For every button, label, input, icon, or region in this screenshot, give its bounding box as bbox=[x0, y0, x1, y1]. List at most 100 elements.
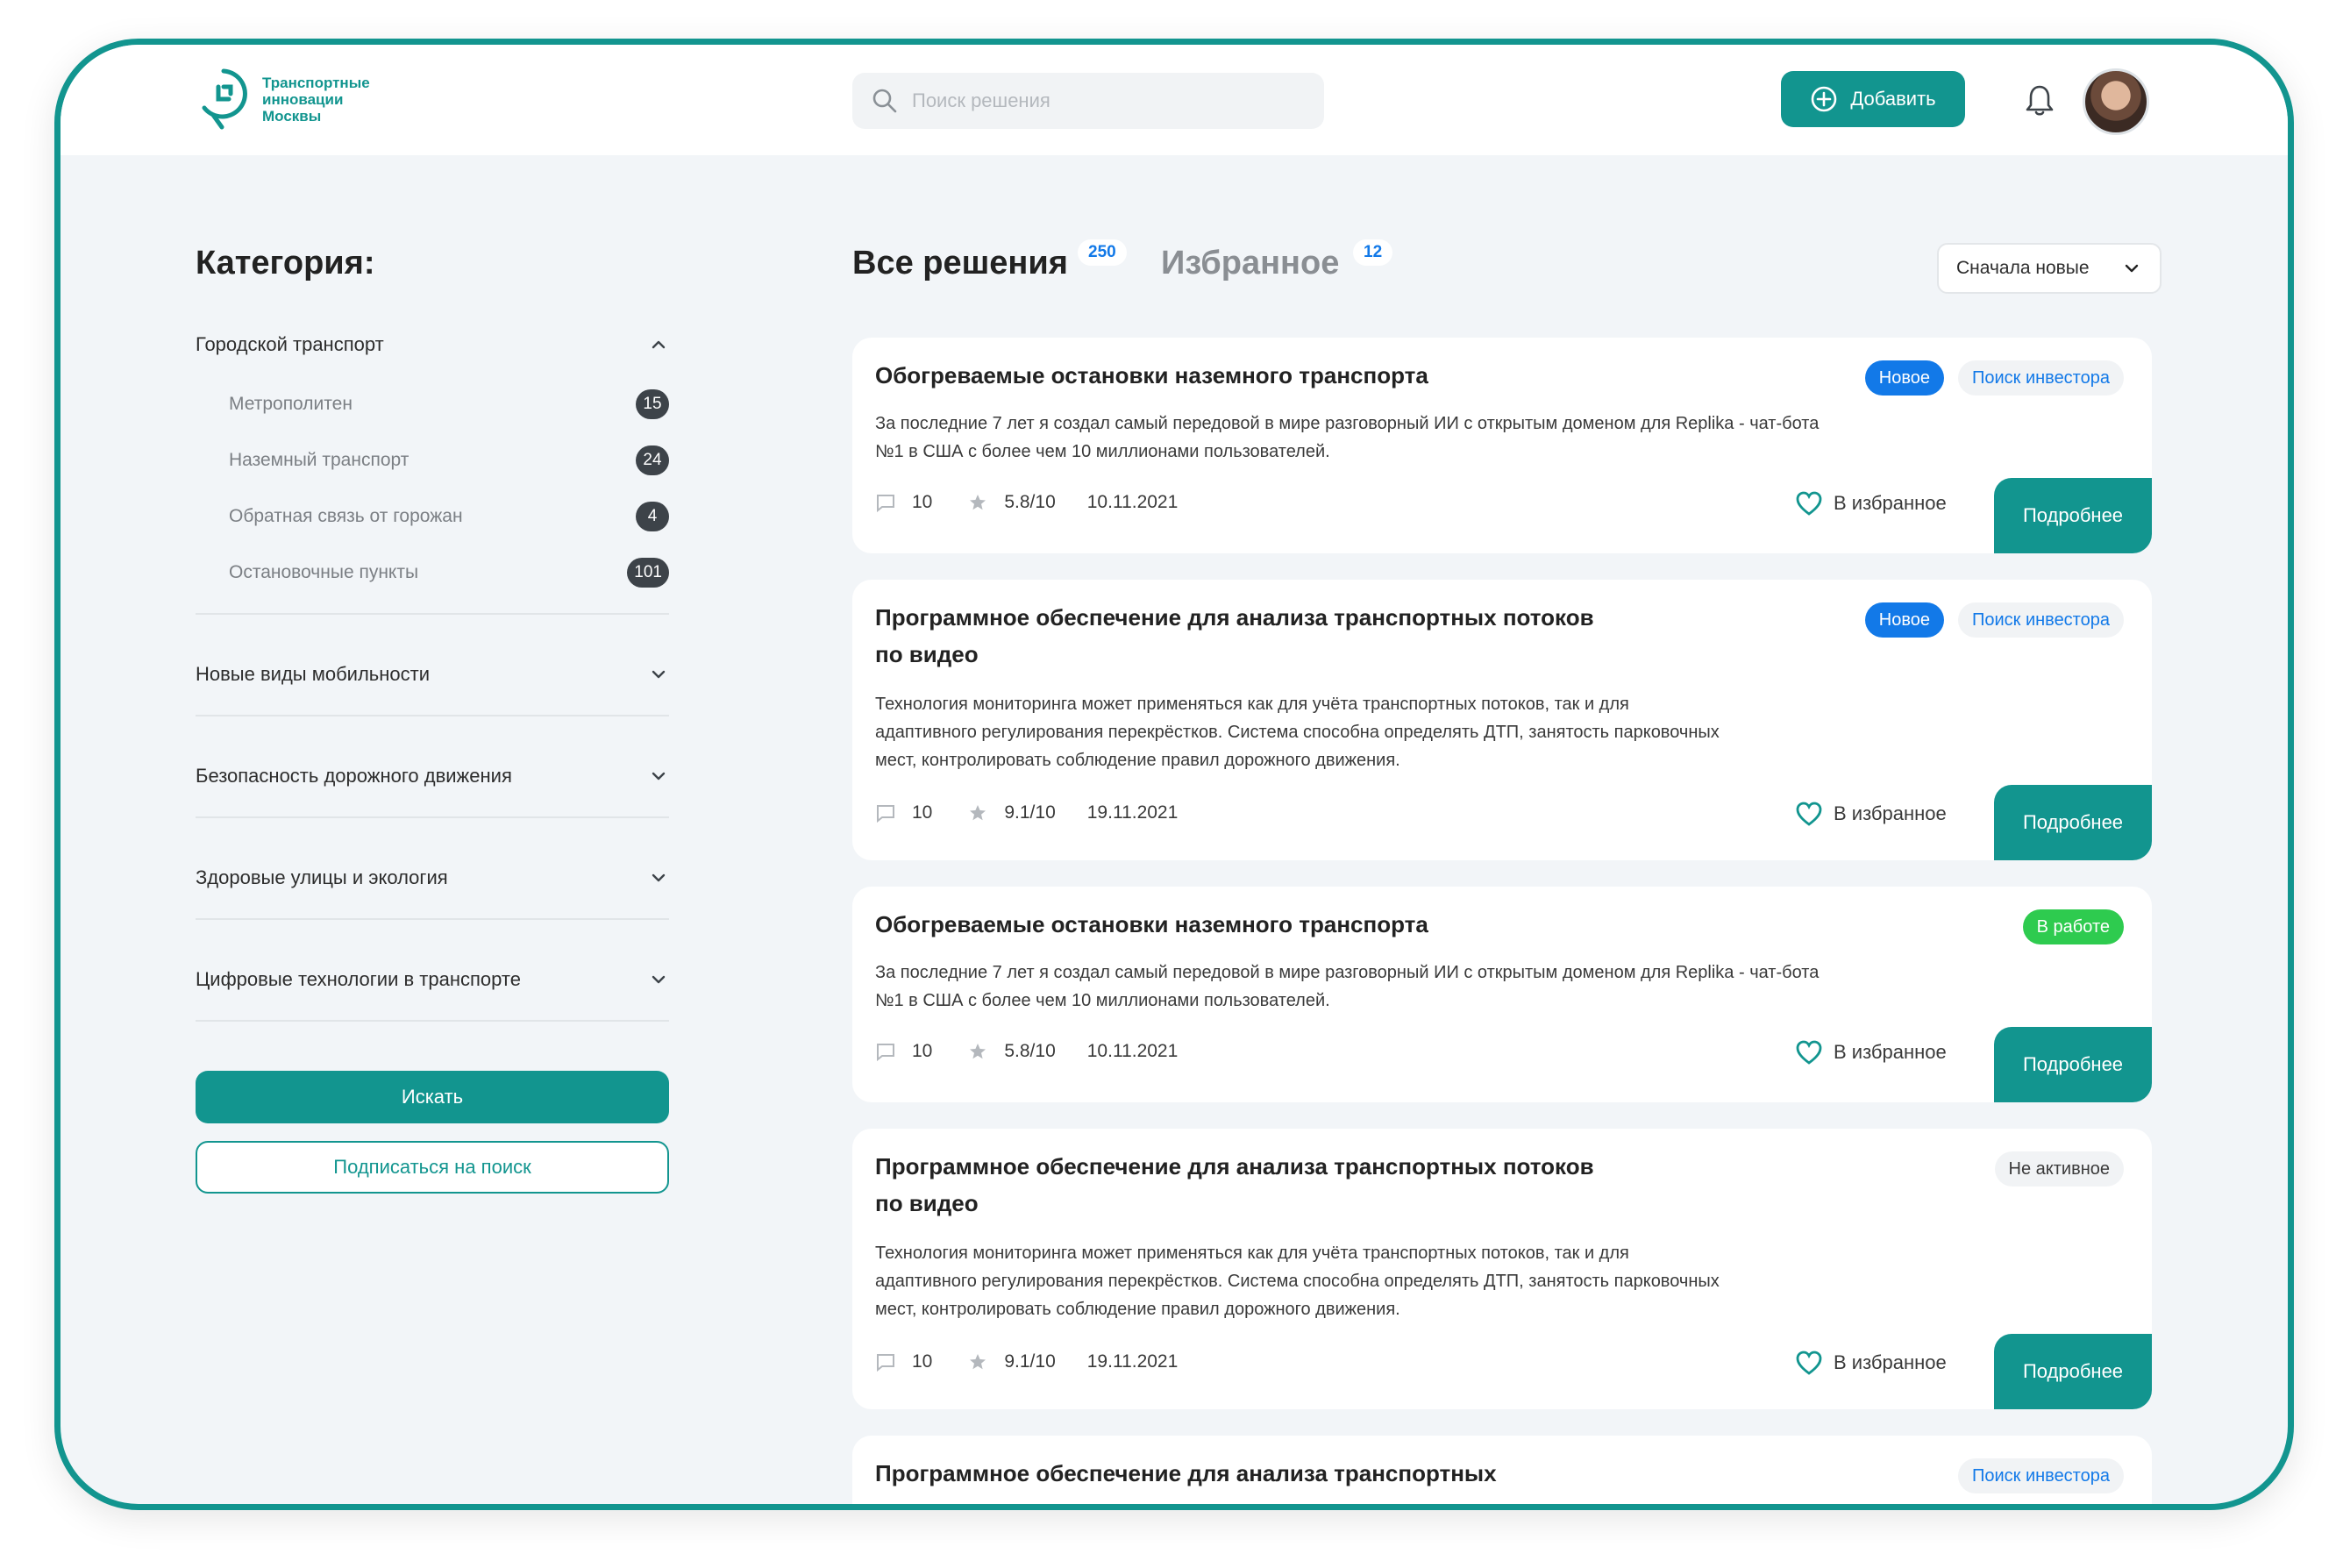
logo-mark-icon bbox=[202, 68, 247, 130]
category-group-ecology[interactable]: Здоровые улицы и экология bbox=[196, 860, 669, 895]
comment-count: 10 bbox=[912, 802, 933, 823]
subcategory-label: Метрополитен bbox=[229, 394, 353, 414]
divider bbox=[196, 1020, 669, 1022]
subcategory-item[interactable]: Наземный транспорт 24 bbox=[196, 432, 669, 488]
solution-card[interactable]: Обогреваемые остановки наземного транспо… bbox=[852, 338, 2152, 553]
status-badge: Поиск инвестора bbox=[1957, 1458, 2124, 1493]
tab-count-badge: 12 bbox=[1353, 239, 1393, 266]
divider bbox=[196, 613, 669, 615]
card-title[interactable]: Обогреваемые остановки наземного транспо… bbox=[875, 906, 1594, 943]
comment-icon bbox=[877, 495, 894, 513]
category-label: Здоровые улицы и экология bbox=[196, 866, 448, 888]
chevron-down-icon[interactable] bbox=[648, 867, 669, 888]
category-group-digital[interactable]: Цифровые технологии в транспорте bbox=[196, 962, 669, 997]
star-icon bbox=[970, 805, 986, 821]
category-header[interactable]: Цифровые технологии в транспорте bbox=[196, 962, 669, 997]
solution-card[interactable]: Программное обеспечение для анализа тран… bbox=[852, 580, 2152, 860]
badges: Не активное bbox=[1994, 1151, 2124, 1187]
category-header[interactable]: Здоровые улицы и экология bbox=[196, 860, 669, 895]
search-icon bbox=[872, 89, 897, 113]
solution-card[interactable]: Программное обеспечение для анализа тран… bbox=[852, 1436, 2152, 1504]
bell-icon[interactable] bbox=[2025, 83, 2055, 117]
star-icon bbox=[970, 1354, 986, 1370]
category-group-mobility[interactable]: Новые виды мобильности bbox=[196, 657, 669, 692]
tab-favorites[interactable]: Избранное bbox=[1161, 245, 1339, 282]
card-description: Технология мониторинга может применяться… bbox=[875, 1244, 1720, 1319]
count-badge: 4 bbox=[636, 502, 669, 531]
card-title[interactable]: Программное обеспечение для анализа тран… bbox=[875, 1455, 1664, 1492]
subcategory-item[interactable]: Остановочные пункты 101 bbox=[196, 545, 669, 601]
comment-count: 10 bbox=[912, 1351, 933, 1372]
search-button[interactable]: Искать bbox=[196, 1071, 669, 1123]
star-icon bbox=[970, 495, 986, 510]
logo[interactable]: Транспортные инновации Москвы bbox=[196, 68, 370, 131]
rating: 9.1/10 bbox=[1004, 1351, 1056, 1372]
subcategory-item[interactable]: Обратная связь от горожан 4 bbox=[196, 488, 669, 545]
favorite-button[interactable]: В избранное bbox=[1795, 490, 1947, 517]
sort-label: Сначала новые bbox=[1956, 258, 2090, 278]
solution-card[interactable]: Обогреваемые остановки наземного транспо… bbox=[852, 887, 2152, 1102]
card-description: Технология мониторинга может применяться… bbox=[875, 695, 1720, 770]
favorite-button[interactable]: В избранное bbox=[1795, 1350, 1947, 1376]
details-button[interactable]: Подробнее bbox=[1994, 785, 2152, 860]
plus-circle-icon bbox=[1812, 86, 1837, 112]
category-label: Новые виды мобильности bbox=[196, 663, 431, 685]
solution-card[interactable]: Программное обеспечение для анализа тран… bbox=[852, 1129, 2152, 1409]
count-badge: 101 bbox=[627, 558, 669, 588]
category-header[interactable]: Городской транспорт bbox=[196, 327, 669, 362]
category-group-urban-transport: Городской транспорт Метрополитен 15 Назе… bbox=[196, 327, 669, 601]
badges: Новое Поиск инвестора bbox=[1864, 360, 2124, 396]
add-button[interactable]: Добавить bbox=[1781, 71, 1965, 127]
subcategory-item[interactable]: Метрополитен 15 bbox=[196, 376, 669, 432]
chevron-down-icon[interactable] bbox=[648, 969, 669, 990]
date: 10.11.2021 bbox=[1086, 1041, 1179, 1061]
favorite-label: В избранное bbox=[1834, 802, 1947, 824]
heart-icon bbox=[1796, 1351, 1822, 1375]
card-title[interactable]: Программное обеспечение для анализа тран… bbox=[875, 599, 1594, 673]
tab-count-badge: 250 bbox=[1078, 239, 1127, 266]
details-button[interactable]: Подробнее bbox=[1994, 1334, 2152, 1409]
search-box[interactable] bbox=[852, 73, 1324, 129]
chevron-up-icon[interactable] bbox=[648, 334, 669, 355]
category-label: Безопасность дорожного движения bbox=[196, 765, 512, 787]
add-button-label: Добавить bbox=[1850, 88, 1936, 110]
status-badge: Не активное bbox=[1994, 1151, 2124, 1187]
subcategory-label: Остановочные пункты bbox=[229, 562, 419, 582]
sort-dropdown[interactable]: Сначала новые bbox=[1937, 243, 2162, 294]
tab-all-solutions[interactable]: Все решения bbox=[852, 245, 1068, 282]
comment-icon bbox=[877, 1354, 894, 1372]
chevron-down-icon bbox=[2125, 264, 2139, 273]
chevron-down-icon[interactable] bbox=[648, 664, 669, 685]
date: 10.11.2021 bbox=[1086, 492, 1179, 512]
card-title[interactable]: Обогреваемые остановки наземного транспо… bbox=[875, 357, 1594, 394]
card-meta: 10 5.8/10 10.11.2021 bbox=[875, 492, 1178, 513]
badges: В работе bbox=[2022, 909, 2124, 944]
search-input[interactable] bbox=[910, 89, 1300, 113]
status-badge: Новое bbox=[1864, 360, 1944, 396]
status-badge: Поиск инвестора bbox=[1957, 360, 2124, 396]
favorite-button[interactable]: В избранное bbox=[1795, 801, 1947, 827]
avatar[interactable] bbox=[2083, 68, 2149, 135]
category-title: Категория: bbox=[196, 245, 375, 282]
badges: Поиск инвестора bbox=[1957, 1458, 2124, 1493]
category-header[interactable]: Безопасность дорожного движения bbox=[196, 759, 669, 794]
rating: 9.1/10 bbox=[1004, 802, 1056, 823]
details-button[interactable]: Подробнее bbox=[1994, 478, 2152, 553]
details-button[interactable]: Подробнее bbox=[1994, 1027, 2152, 1102]
divider bbox=[196, 918, 669, 920]
favorite-button[interactable]: В избранное bbox=[1795, 1039, 1947, 1066]
category-group-road-safety[interactable]: Безопасность дорожного движения bbox=[196, 759, 669, 794]
chevron-down-icon[interactable] bbox=[648, 766, 669, 787]
card-title[interactable]: Программное обеспечение для анализа тран… bbox=[875, 1148, 1594, 1222]
comment-count: 10 bbox=[912, 492, 933, 512]
logo-text: Транспортные инновации Москвы bbox=[262, 75, 370, 125]
count-badge: 15 bbox=[636, 389, 669, 419]
card-meta: 10 5.8/10 10.11.2021 bbox=[875, 1041, 1178, 1062]
subscribe-button[interactable]: Подписаться на поиск bbox=[196, 1141, 669, 1194]
divider bbox=[196, 816, 669, 818]
comment-icon bbox=[877, 805, 894, 823]
favorite-label: В избранное bbox=[1834, 1041, 1947, 1063]
category-header[interactable]: Новые виды мобильности bbox=[196, 657, 669, 692]
subcategory-label: Наземный транспорт bbox=[229, 450, 410, 470]
logo-line-2: инновации bbox=[262, 90, 344, 108]
